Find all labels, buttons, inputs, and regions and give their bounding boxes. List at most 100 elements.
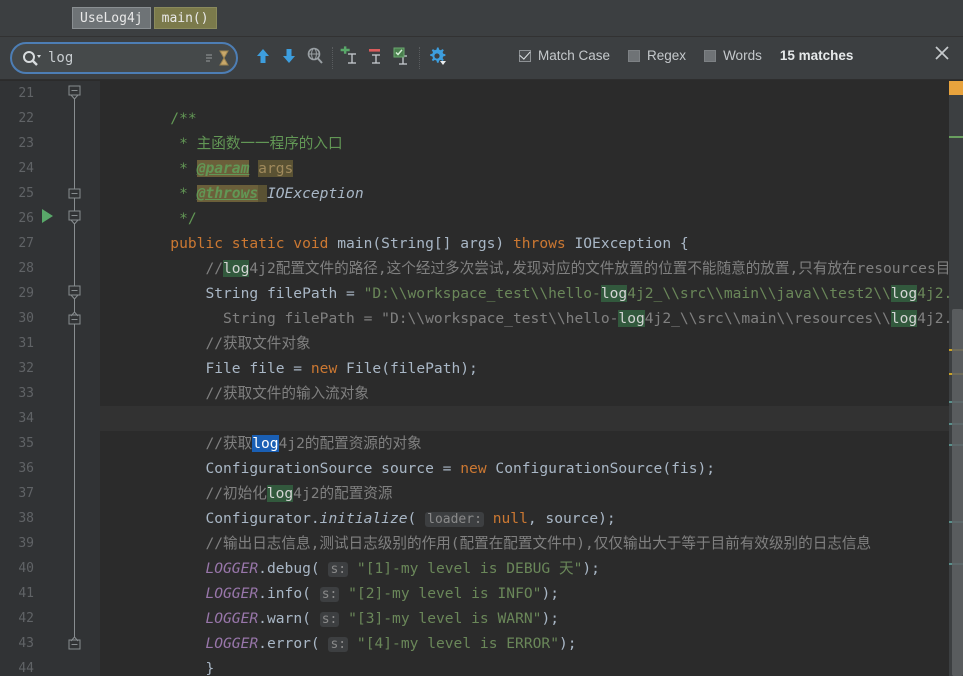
words-checkbox[interactable] [704, 49, 717, 62]
fold-marker-start[interactable] [62, 81, 88, 106]
editor-gutter[interactable]: 21 22 23 24 25 26 27 28 29 30 31 32 33 3… [0, 81, 100, 676]
line-number: 25 [18, 186, 34, 201]
vertical-scrollbar-thumb[interactable] [952, 309, 963, 676]
code-line-38[interactable]: //输出日志信息,测试日志级别的作用(配置在配置文件中),仅仅输出大于等于目前有… [100, 506, 963, 552]
find-previous-button[interactable] [250, 44, 276, 72]
code-line-24[interactable]: * @throws IOException [100, 156, 963, 202]
regex-option[interactable]: Regex [628, 48, 686, 63]
history-icon[interactable] [204, 49, 216, 67]
line-number: 31 [18, 336, 34, 351]
code-line-26[interactable]: public static void main(String[] args) t… [100, 206, 963, 252]
code-line-34[interactable]: //获取log4j2的配置资源的对象 [100, 406, 963, 452]
line-number: 37 [18, 486, 34, 501]
code-line-21[interactable]: /** [100, 81, 963, 127]
match-case-checkbox[interactable] [519, 49, 531, 62]
fold-line [62, 656, 88, 676]
remove-selection-button[interactable] [363, 44, 389, 72]
fold-line [62, 431, 88, 456]
fold-line [62, 506, 88, 531]
error-stripe-marker-strip[interactable] [949, 81, 963, 676]
fold-line [62, 256, 88, 281]
gutter-line: 31 [0, 331, 100, 356]
code-line-41[interactable]: LOGGER.warn( s: "[3]-my level is WARN"); [100, 581, 963, 627]
gutter-line: 42 [0, 606, 100, 631]
line-number: 43 [18, 636, 34, 651]
fold-marker-start[interactable] [62, 206, 88, 231]
arrow-up-icon [254, 47, 272, 70]
gutter-line: 22 [0, 106, 100, 131]
search-icon [22, 49, 42, 67]
code-line-30[interactable]: //获取文件对象 [100, 306, 963, 352]
close-icon [931, 46, 953, 68]
words-label: Words [723, 48, 762, 63]
fold-marker-end[interactable] [62, 181, 88, 206]
code-text-area[interactable]: /** * 主函数一一程序的入口 * @param args * @throws… [100, 81, 963, 676]
code-line-31[interactable]: File file = new File(filePath); [100, 331, 963, 377]
find-next-button[interactable] [276, 44, 302, 72]
fold-marker-comment[interactable] [62, 281, 88, 306]
fold-line [62, 131, 88, 156]
find-toolbar-buttons [250, 44, 450, 72]
select-all-cursors-icon [392, 46, 412, 71]
find-settings-button[interactable] [424, 44, 450, 72]
breadcrumb-spacer [0, 18, 72, 19]
gutter-line: 32 [0, 356, 100, 381]
gutter-line: 28 [0, 256, 100, 281]
gutter-line: 38 [0, 506, 100, 531]
code-line-44[interactable]: } [100, 656, 963, 676]
gutter-line: 33 [0, 381, 100, 406]
add-selection-button[interactable] [337, 44, 363, 72]
match-case-option[interactable]: Match Case [519, 48, 610, 63]
magnifier-globe-icon [305, 46, 325, 71]
select-all-occurrences-button[interactable] [389, 44, 415, 72]
gutter-line: 27 [0, 231, 100, 256]
line-number: 34 [18, 411, 34, 426]
marker-occurrence[interactable] [949, 136, 963, 138]
code-line-33[interactable]: FileInputStream fis = new FileInputStrea… [100, 381, 963, 427]
code-line-42[interactable]: LOGGER.error( s: "[4]-my level is ERROR"… [100, 606, 963, 652]
hourglass-icon [218, 48, 230, 68]
line-number: 44 [18, 661, 34, 676]
code-line-40[interactable]: LOGGER.info( s: "[2]-my level is INFO"); [100, 556, 963, 602]
line-number: 36 [18, 461, 34, 476]
code-editor[interactable]: 21 22 23 24 25 26 27 28 29 30 31 32 33 3… [0, 81, 963, 676]
breadcrumb-item-method[interactable]: main() [153, 7, 217, 29]
find-in-path-button[interactable] [302, 44, 328, 72]
regex-label: Regex [647, 48, 687, 63]
code-line-27[interactable]: //log4j2配置文件的路径,这个经过多次尝试,发现对应的文件放置的位置不能随… [100, 231, 963, 277]
code-line-39[interactable]: LOGGER.debug( s: "[1]-my level is DEBUG … [100, 531, 963, 577]
gutter-line: 41 [0, 581, 100, 606]
code-line-22[interactable]: * 主函数一一程序的入口 [100, 106, 963, 152]
error-stripe-status-icon[interactable] [949, 81, 963, 95]
breadcrumb-item-class[interactable]: UseLog4j [72, 7, 151, 29]
breadcrumb-bar: UseLog4j main() [0, 0, 963, 36]
code-line-35[interactable]: ConfigurationSource source = new Configu… [100, 431, 963, 477]
fold-marker-end[interactable] [62, 306, 88, 331]
remove-cursor-icon [366, 46, 386, 71]
search-input[interactable]: log [42, 50, 204, 66]
search-input-wrapper[interactable]: log [10, 42, 238, 74]
code-line-32[interactable]: //获取文件的输入流对象 [100, 356, 963, 402]
arrow-down-icon [280, 47, 298, 70]
gutter-line: 30 [0, 306, 100, 331]
find-options: Match Case Regex Words 15 matches [519, 48, 853, 63]
line-number: 40 [18, 561, 34, 576]
code-line-36[interactable]: //初始化log4j2的配置资源 [100, 456, 963, 502]
fold-marker-end[interactable] [62, 631, 88, 656]
words-option[interactable]: Words [704, 48, 762, 63]
gutter-line: 21 [0, 81, 100, 106]
regex-checkbox[interactable] [628, 49, 641, 62]
code-line-29[interactable]: String filePath = "D:\\workspace_test\\h… [100, 281, 963, 327]
code-line-23[interactable]: * @param args [100, 131, 963, 177]
code-line-28[interactable]: String filePath = "D:\\workspace_test\\h… [100, 256, 963, 302]
gear-icon [427, 46, 447, 71]
run-method-button[interactable] [36, 205, 58, 232]
gutter-line: 25 [0, 181, 100, 206]
code-line-25[interactable]: */ [100, 181, 963, 227]
gutter-line: 24 [0, 156, 100, 181]
code-line-37[interactable]: Configurator.initialize( loader: null, s… [100, 481, 963, 527]
gutter-line: 23 [0, 131, 100, 156]
code-line-43[interactable]: } [100, 631, 963, 676]
close-find-button[interactable] [931, 42, 953, 64]
line-number: 41 [18, 586, 34, 601]
